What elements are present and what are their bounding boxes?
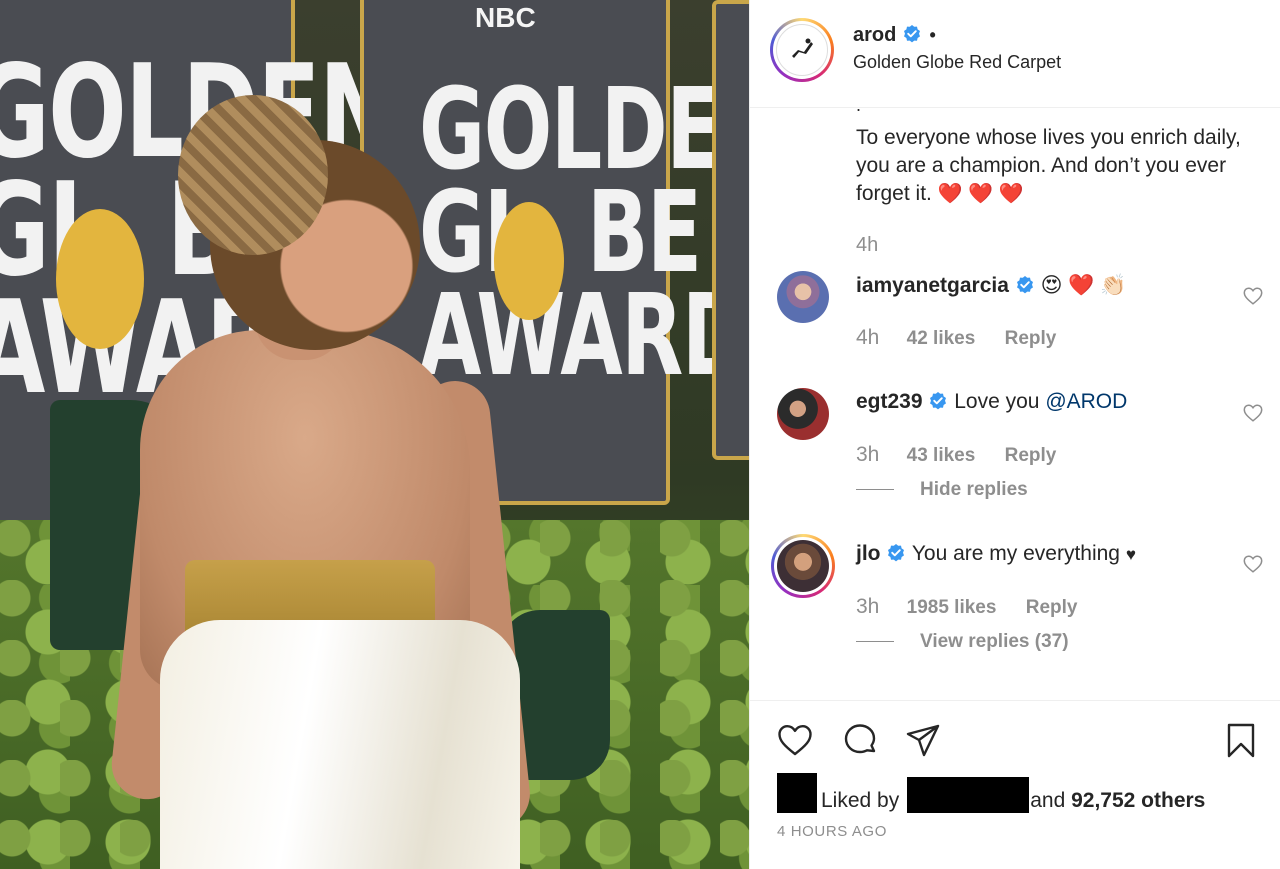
comment-time[interactable]: 4h [856,326,879,349]
white-skirt [160,620,520,869]
replies-divider [856,489,894,491]
header-separator: • [929,25,936,45]
comment-like-heart-icon[interactable] [1242,285,1264,307]
caption-hearts: ❤️ ❤️ ❤️ [937,183,1024,205]
liked-by-suffix: and [1030,789,1066,812]
caption-text: To everyone whose lives you enrich daily… [856,126,1241,205]
redacted-avatar [777,773,817,813]
commenter-avatar[interactable] [777,388,829,440]
network-logo: NBC [475,2,536,33]
comment-username[interactable]: jlo [856,542,881,565]
comment-likes[interactable]: 1985 likes [907,597,997,618]
comment-mention-link[interactable]: @AROD [1045,390,1127,413]
comment-line: iamyanetgarcia 😍 ❤️ 👏🏻 [856,273,1126,298]
comment-like-heart-icon[interactable] [1242,402,1264,424]
author-username[interactable]: arod [853,24,896,46]
commenter-photo [777,540,829,592]
comment-like-heart-icon[interactable] [1242,553,1264,575]
post-header: arod • Golden Globe Red Carpet [750,0,1280,108]
heart-outline-icon[interactable] [776,721,814,759]
replies-toggle-label: Hide replies [920,479,1028,500]
caption-dot: . [856,95,862,115]
post-location[interactable]: Golden Globe Red Carpet [853,52,1061,73]
awards-backdrop-board [712,0,749,460]
verified-badge-icon [903,25,920,43]
reply-button[interactable]: Reply [1005,445,1057,466]
bookmark-icon[interactable] [1222,721,1260,759]
post-actions: Liked by and 92,752 others 4 HOURS AGO [750,700,1280,869]
verified-badge-icon [888,544,905,562]
comment-username[interactable]: egt239 [856,390,923,413]
comment-likes[interactable]: 43 likes [907,445,976,466]
backdrop-lettering: GOLDENGL BEAWARDS [419,65,749,402]
redacted-username [907,777,1030,813]
comment-line: egt239 Love you @AROD [856,390,1127,414]
author-logo-icon [776,24,828,76]
author-username-row[interactable]: arod • [853,24,936,47]
globe-emblem [494,202,564,320]
commenter-avatar[interactable] [777,271,829,323]
post-sidebar: arod • Golden Globe Red Carpet . To ever… [749,0,1280,869]
reply-button[interactable]: Reply [1026,597,1078,618]
comment-emoji: 😍 ❤️ 👏🏻 [1040,274,1127,297]
comment-username[interactable]: iamyanetgarcia [856,274,1009,297]
paper-plane-icon[interactable] [904,721,942,759]
reply-button[interactable]: Reply [1005,328,1057,349]
view-replies-button[interactable]: View replies (37) [856,631,1069,653]
braided-bun [178,95,328,255]
comment-text: You are my everything [911,542,1120,565]
author-avatar[interactable] [770,18,834,82]
likes-summary[interactable]: Liked by and 92,752 others [777,773,1205,813]
caption-timestamp[interactable]: 4h [856,234,878,257]
hide-replies-button[interactable]: Hide replies [856,479,1028,501]
commenter-avatar[interactable] [771,534,835,598]
comment-meta: 3h 43 likes Reply [856,443,1080,467]
verified-badge-icon [1016,276,1033,294]
comment-line: jlo You are my everything ♥ [856,542,1136,566]
comment-text: Love you [954,390,1040,413]
post-age[interactable]: 4 HOURS AGO [777,823,887,840]
comment-heart: ♥ [1125,545,1136,564]
replies-divider [856,641,894,643]
verified-badge-icon [930,392,947,410]
comment-meta: 3h 1985 likes Reply [856,595,1101,619]
comment-time[interactable]: 3h [856,595,879,618]
post-photo[interactable]: GOLDENGL BEAWARDS GOLDENGL BEAWARDS NBC [0,0,749,869]
comment-meta: 4h 42 likes Reply [856,326,1080,350]
others-count[interactable]: 92,752 others [1071,789,1205,812]
replies-toggle-label: View replies (37) [920,631,1069,652]
post-caption: To everyone whose lives you enrich daily… [856,124,1256,208]
globe-emblem [56,209,144,349]
liked-by-prefix: Liked by [821,789,900,812]
comment-likes[interactable]: 42 likes [907,328,976,349]
speech-bubble-icon[interactable] [841,721,879,759]
comment-time[interactable]: 3h [856,443,879,466]
